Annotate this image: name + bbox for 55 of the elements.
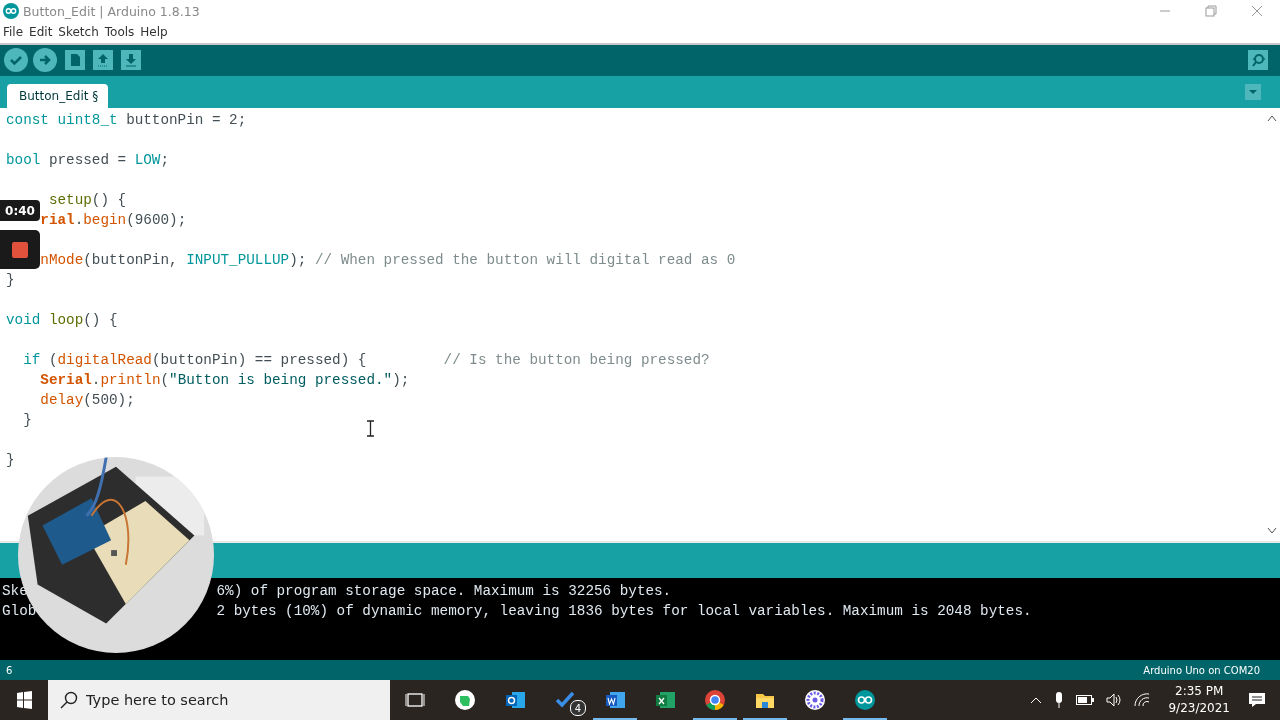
scroll-up-icon[interactable] [1267, 114, 1277, 123]
flower-app-icon[interactable] [804, 689, 826, 711]
verify-button[interactable] [4, 48, 28, 73]
code-line: void loop() { [6, 311, 118, 331]
menu-item[interactable]: Sketch [58, 25, 99, 40]
code-line: const uint8_t buttonPin = 2; [6, 111, 247, 131]
stop-recording-button[interactable] [0, 230, 40, 269]
board-port-label: Arduino Uno on COM20 [1143, 664, 1260, 676]
notifications-icon[interactable] [1248, 692, 1266, 708]
code-line: } [23, 411, 32, 431]
scroll-down-icon[interactable] [1267, 527, 1277, 536]
menu-item[interactable]: Tools [104, 25, 135, 40]
code-line: } [6, 451, 15, 471]
spreadsheet-app-icon[interactable] [654, 689, 676, 711]
code-line: Serial.println("Button is being pressed."); [40, 371, 410, 391]
line-number: 6 [6, 664, 13, 676]
clock-date[interactable]: 9/23/2021 [1168, 700, 1230, 717]
serial-monitor-button[interactable] [1248, 50, 1268, 71]
code-line: rial.begin(9600); [40, 211, 187, 231]
wifi-icon[interactable] [1134, 693, 1151, 707]
new-sketch-button[interactable] [65, 50, 85, 71]
search-field[interactable]: Type here to search [48, 680, 390, 720]
code-line: bool pressed = LOW; [6, 151, 170, 171]
document-app-icon[interactable] [604, 689, 626, 711]
code-line: delay(500); [40, 391, 135, 411]
elephant-app-icon[interactable] [454, 689, 476, 711]
sketch-tab[interactable]: Button_Edit § [7, 84, 109, 109]
notification-badge: 4 [570, 700, 586, 716]
console-text: 6%) of program storage space. Maximum is 32256 bytes. [216, 581, 672, 601]
window-title: Button_Edit | Arduino 1.8.13 [23, 3, 200, 19]
browser-app-icon[interactable] [704, 689, 726, 711]
save-button[interactable] [121, 50, 141, 71]
code-line: if (digitalRead(buttonPin) == pressed) { // Is the button being pressed? [23, 351, 710, 371]
clock-time[interactable]: 2:35 PM [1175, 683, 1224, 700]
menu-item[interactable]: Edit [29, 25, 53, 40]
infinity-app-icon[interactable] [854, 689, 876, 711]
code-line: } [6, 271, 15, 291]
menu-item[interactable]: Help [140, 25, 168, 40]
console-text: Glob [2, 601, 37, 621]
show-hidden-icons-icon[interactable] [1030, 696, 1043, 704]
volume-icon[interactable] [1106, 693, 1123, 707]
upload-button[interactable] [33, 48, 57, 73]
search-icon [60, 691, 78, 709]
recording-timer: 0:40 [0, 200, 40, 221]
text-cursor-icon [366, 420, 375, 438]
code-line: nMode(buttonPin, INPUT_PULLUP); // When pressed the button will digital read as 0 [40, 251, 736, 271]
menu-item[interactable]: File [3, 25, 24, 40]
console-text: 2 bytes (10%) of dynamic memory, leaving 1836 bytes for local variables. Maximum is 2048 bytes. [216, 601, 1032, 621]
code-line: setup() { [48, 191, 127, 211]
microphone-icon[interactable] [1054, 692, 1065, 708]
tab-menu-button[interactable] [1245, 83, 1261, 100]
open-button[interactable] [93, 50, 113, 71]
battery-icon[interactable] [1076, 695, 1095, 705]
mail-app-icon[interactable] [504, 689, 526, 711]
arduino-logo-icon [3, 3, 19, 19]
